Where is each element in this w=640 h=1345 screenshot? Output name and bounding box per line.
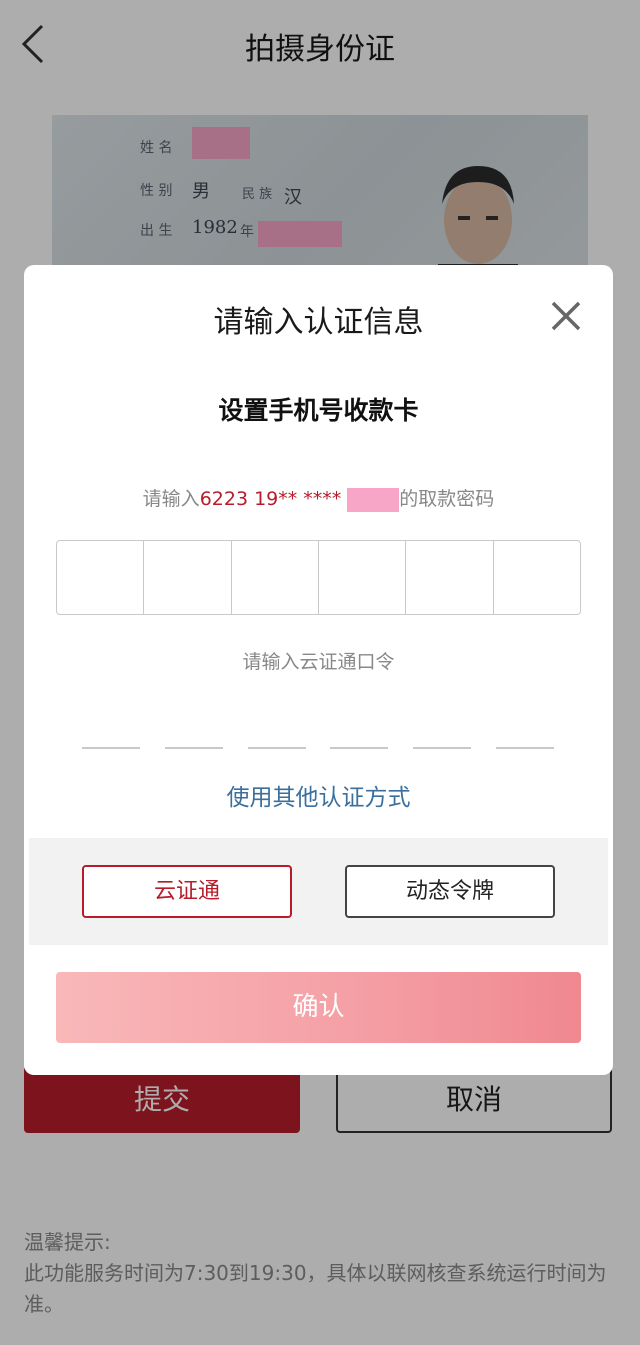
pin-digit-box[interactable] [232,541,319,614]
pin-digit-box[interactable] [406,541,494,614]
token-input[interactable] [82,735,554,749]
token-digit-slot[interactable] [82,735,140,749]
auth-method-bar: 云证通 动态令牌 [29,838,608,945]
token-digit-slot[interactable] [330,735,389,749]
token-digit-slot[interactable] [413,735,472,749]
dialog-title: 请输入认证信息 [213,305,424,340]
dynamic-token-button[interactable]: 动态令牌 [345,865,555,918]
dialog-subtitle: 设置手机号收款卡 [218,396,419,425]
pin-digit-box[interactable] [494,541,580,614]
other-auth-method-link[interactable]: 使用其他认证方式 [24,778,613,812]
token-digit-slot[interactable] [164,735,223,749]
pin-digit-box[interactable] [319,541,407,614]
password-hint-prefix: 请输入 [142,488,200,510]
password-hint: 请输入6223 19** **** 的取款密码 [24,484,613,512]
pin-digit-box[interactable] [57,541,145,614]
close-icon[interactable] [549,299,583,333]
confirm-button[interactable]: 确认 [56,972,581,1043]
pin-digit-box[interactable] [144,541,232,614]
yunzhengtong-button[interactable]: 云证通 [82,865,292,918]
token-digit-slot[interactable] [247,735,306,749]
auth-dialog: 请输入认证信息 设置手机号收款卡 请输入6223 19** **** 的取款密码 … [24,265,613,1075]
token-digit-slot[interactable] [495,735,554,749]
redaction-box [347,487,400,512]
token-hint: 请输入云证通口令 [242,651,395,673]
pin-input[interactable] [56,540,581,615]
password-hint-suffix: 的取款密码 [399,488,495,510]
card-number: 6223 19** **** [199,488,342,510]
